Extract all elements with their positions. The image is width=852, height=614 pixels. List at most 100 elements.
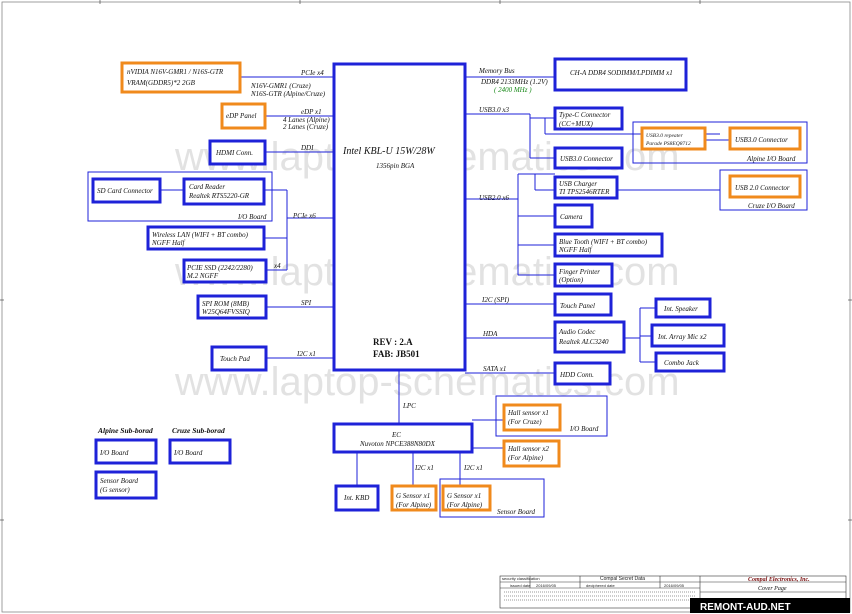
svg-text:SPI ROM (8MB): SPI ROM (8MB) [202, 300, 250, 308]
ssd-bus-label: x4 [273, 262, 281, 270]
svg-text:TI TPS2546RTER: TI TPS2546RTER [559, 188, 610, 196]
spi-rom-block: SPI ROM (8MB) W25Q64FVSSIQ [196, 294, 268, 320]
svg-text:USB3.0 Connector: USB3.0 Connector [560, 155, 613, 163]
svg-text:Int. KBD: Int. KBD [343, 494, 369, 502]
site-logo: REMONT-AUD.NET [690, 598, 850, 613]
cruze-io-label: Cruze I/O Board [748, 202, 795, 210]
svg-text:eDP Panel: eDP Panel [226, 112, 256, 120]
camera-block: Camera [553, 203, 594, 229]
svg-text:REMONT-AUD.NET: REMONT-AUD.NET [700, 602, 791, 613]
svg-text:I/O Board: I/O Board [173, 449, 203, 457]
hdd-block: HDD Conn. [553, 361, 612, 386]
svg-text:G Sensor x1: G Sensor x1 [447, 492, 481, 500]
usb3-repeater-block: USB3.0 repeater Parade PS8EQ8712 [640, 126, 707, 151]
svg-text:Int. Speaker: Int. Speaker [663, 305, 698, 313]
type-c-block: Type-C Connector (CC+MUX) [553, 106, 624, 131]
svg-text:Cruze Sub-borad: Cruze Sub-borad [172, 426, 225, 435]
pcie-bus-label: PCIe x6 [292, 212, 316, 220]
svg-text:Parade PS8EQ8712: Parade PS8EQ8712 [645, 141, 691, 147]
svg-text:2016/09/05: 2016/09/05 [664, 583, 685, 588]
svg-text:Compal Electronics, Inc.: Compal Electronics, Inc. [748, 577, 810, 583]
usb3-connector-block: USB3.0 Connector [553, 146, 624, 170]
svg-text:Alpine Sub-borad: Alpine Sub-borad [97, 426, 153, 435]
cpu-rev: REV : 2.A [373, 337, 413, 347]
combo-jack-block: Combo Jack [654, 351, 726, 373]
svg-text:2016/09/05: 2016/09/05 [536, 583, 557, 588]
hall-sensor-cruze-block: Hall sensor x1 (For Cruze) [502, 403, 562, 432]
svg-text:Touch Pad: Touch Pad [220, 355, 250, 363]
svg-text:G Sensor x1: G Sensor x1 [396, 492, 430, 500]
touchpad-bus-label: I2C x1 [296, 350, 316, 358]
svg-text:USB3.0 Connector: USB3.0 Connector [735, 136, 788, 144]
svg-text:VRAM(GDDR5)*2 2GB: VRAM(GDDR5)*2 2GB [127, 79, 196, 87]
svg-text:Type-C Connector: Type-C Connector [559, 111, 611, 119]
legend: Alpine Sub-borad Cruze Sub-borad I/O Boa… [94, 426, 232, 500]
ec-block: EC Nuvoton NPCE388N80DX [332, 422, 474, 454]
block-diagram: www.laptop-schematics.com www.laptop-sch… [0, 0, 852, 613]
ssd-block: PCIE SSD (2242/2280) M.2 NGFF [182, 258, 268, 284]
svg-text:Int. Array Mic x2: Int. Array Mic x2 [657, 333, 707, 341]
svg-text:Hall sensor x1: Hall sensor x1 [507, 409, 549, 417]
card-reader-block: Card Reader Realtek RTS5220-GR [182, 177, 266, 206]
svg-text:security classification: security classification [502, 576, 540, 581]
svg-text:Wireless LAN (WIFI + BT combo): Wireless LAN (WIFI + BT combo) [152, 231, 249, 239]
lpc-bus-label: LPC [402, 402, 416, 410]
cpu-fab: FAB: JB501 [373, 349, 420, 359]
gpu-bus-label: PCIe x4 [300, 69, 324, 77]
io-board-label: I/O Board [237, 213, 267, 221]
svg-text:(For Alpine): (For Alpine) [396, 501, 432, 509]
svg-text:(Option): (Option) [559, 276, 584, 284]
array-mic-block: Int. Array Mic x2 [650, 323, 726, 348]
svg-text:(For Alpine): (For Alpine) [508, 454, 544, 462]
memory-block: CH-A DDR4 SODIMM/LPDIMM x1 [553, 57, 688, 92]
gsensor-bus-label: I2C x1 [463, 464, 483, 472]
bluetooth-block: Blue Tooth (WIFI + BT combo) NGFF Half [553, 232, 664, 258]
memory-bus-label: Memory Bus [478, 67, 515, 75]
hall-sensor-alpine-block: Hall sensor x2 (For Alpine) [502, 439, 561, 468]
svg-text:SD Card Connector: SD Card Connector [97, 187, 153, 195]
svg-text:(For Alpine): (For Alpine) [447, 501, 483, 509]
svg-text:(G sensor): (G sensor) [100, 486, 130, 494]
usb3-connector-alpine-block: USB3.0 Connector [728, 126, 802, 151]
svg-text:Touch Panel: Touch Panel [560, 302, 595, 310]
edp-note: 2 Lanes (Cruze) [283, 123, 329, 131]
speaker-block: Int. Speaker [654, 297, 712, 319]
svg-text:Compal Secret Data: Compal Secret Data [600, 576, 645, 582]
svg-text:CH-A DDR4 SODIMM/LPDIMM x1: CH-A DDR4 SODIMM/LPDIMM x1 [570, 69, 673, 77]
svg-text:Combo Jack: Combo Jack [664, 359, 700, 367]
g-sensor-a-block: G Sensor x1 (For Alpine) [390, 484, 438, 512]
memory-speed: ( 2400 MHz ) [494, 86, 532, 94]
hall-io-label: I/O Board [569, 425, 599, 433]
audio-codec-block: Audio Codec Realtek ALC3240 [553, 320, 626, 354]
cpu-block: Intel KBL-U 15W/28W 1356pin BGA REV : 2.… [332, 62, 467, 372]
svg-text:issued date: issued date [510, 583, 531, 588]
keyboard-block: Int. KBD [334, 484, 380, 512]
touch-pad-block: Touch Pad [210, 345, 268, 372]
edp-panel-block: eDP Panel [220, 102, 267, 130]
spi-bus-label: SPI [301, 299, 312, 307]
edp-bus-label: eDP x1 [301, 108, 322, 116]
svg-text:(CC+MUX): (CC+MUX) [559, 120, 594, 128]
svg-text:USB Charger: USB Charger [559, 180, 597, 188]
hdmi-bus-label: DDI [300, 144, 314, 152]
g-sensor-b-block: G Sensor x1 (For Alpine) [441, 484, 492, 512]
svg-text:Camera: Camera [560, 213, 583, 221]
svg-text:Audio Codec: Audio Codec [558, 328, 596, 336]
svg-text:deciphered date: deciphered date [586, 583, 615, 588]
svg-text:Card Reader: Card Reader [189, 183, 225, 191]
cpu-package: 1356pin BGA [376, 162, 415, 170]
usb2-connector-cruze-block: USB 2.0 Connector [728, 174, 802, 199]
svg-text:EC: EC [391, 431, 401, 439]
sata-bus-label: SATA x1 [483, 365, 506, 373]
gpu-note: N16V-GMR1 (Cruze) [250, 82, 311, 90]
hda-bus-label: HDA [482, 330, 498, 338]
usb2-bus-label: USB2.0 x6 [479, 194, 509, 202]
svg-text:Cover Page: Cover Page [758, 586, 787, 592]
svg-text:nVIDIA N16V-GMR1 / N16S-GTR: nVIDIA N16V-GMR1 / N16S-GTR [127, 68, 224, 76]
touch-panel-bus-label: I2C (SPI) [481, 296, 510, 304]
wlan-block: Wireless LAN (WIFI + BT combo) NGFF Half [146, 225, 266, 251]
hdmi-block: HDMI Conn. [208, 139, 267, 166]
cpu-title: Intel KBL-U 15W/28W [342, 146, 436, 157]
sd-card-block: SD Card Connector [91, 177, 162, 204]
gpu-block: nVIDIA N16V-GMR1 / N16S-GTR VRAM(GDDR5)*… [120, 61, 242, 94]
